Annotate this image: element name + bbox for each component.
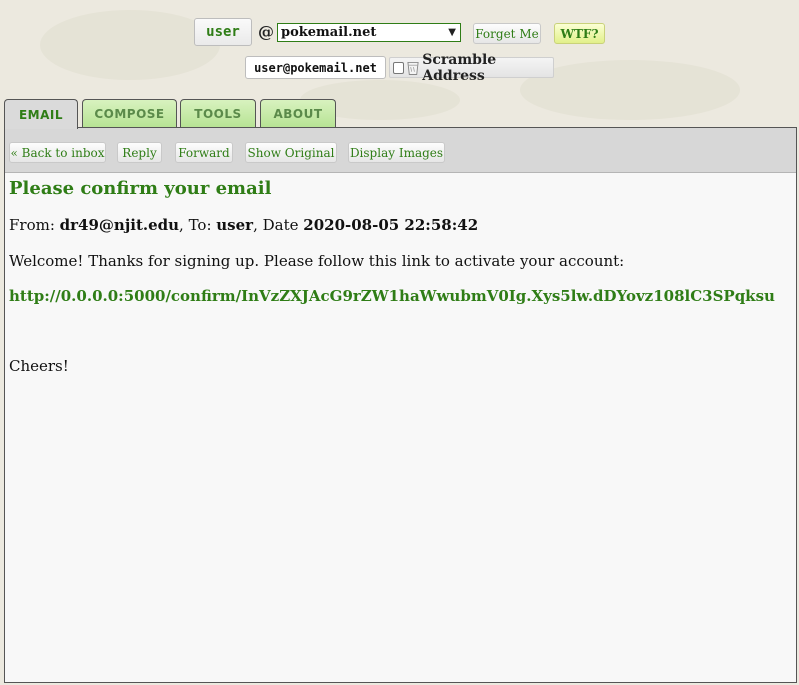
email-body-welcome: Welcome! Thanks for signing up. Please f… [9, 252, 625, 270]
address-bar: user @ pokemail.net ▼ Forget Me WTF? [0, 18, 799, 48]
email-panel: « Back to inbox Reply Forward Show Origi… [4, 127, 797, 683]
email-signoff: Cheers! [9, 357, 69, 375]
address-row: user@pokemail.net Scramble Address [0, 52, 799, 84]
display-images-button[interactable]: Display Images [348, 142, 445, 163]
tab-tools[interactable]: TOOLS [180, 99, 256, 128]
username-field[interactable]: user [194, 18, 252, 46]
email-date: 2020-08-05 22:58:42 [303, 216, 479, 234]
tab-about[interactable]: ABOUT [260, 99, 336, 128]
scramble-checkbox[interactable] [393, 61, 405, 74]
email-subject: Please confirm your email [9, 178, 272, 199]
at-symbol: @ [258, 22, 274, 41]
domain-select-value: pokemail.net [281, 25, 377, 40]
email-content: Please confirm your email From: dr49@nji… [9, 173, 796, 681]
domain-select[interactable]: pokemail.net ▼ [277, 23, 461, 42]
wtf-button[interactable]: WTF? [554, 23, 605, 44]
back-to-inbox-button[interactable]: « Back to inbox [9, 142, 106, 163]
reply-button[interactable]: Reply [117, 142, 162, 163]
email-meta: From: dr49@njit.edu, To: user, Date 2020… [9, 216, 478, 234]
scramble-label: Scramble Address [422, 51, 497, 84]
show-original-button[interactable]: Show Original [245, 142, 337, 163]
email-toolbar: « Back to inbox Reply Forward Show Origi… [5, 128, 796, 173]
to-label: , To: [179, 216, 217, 234]
scramble-address-control[interactable]: Scramble Address [389, 52, 554, 84]
chevron-down-icon: ▼ [448, 27, 456, 38]
email-from: dr49@njit.edu [59, 216, 180, 234]
paper-cup-icon [407, 61, 419, 75]
email-to: user [216, 216, 254, 234]
from-label: From: [9, 216, 60, 234]
tab-compose[interactable]: COMPOSE [82, 99, 177, 128]
date-label: , Date [253, 216, 304, 234]
forget-me-button[interactable]: Forget Me [473, 23, 541, 44]
tab-email[interactable]: EMAIL [4, 99, 78, 129]
forward-button[interactable]: Forward [175, 142, 233, 163]
confirmation-link[interactable]: http://0.0.0.0:5000/confirm/InVzZXJAcG9r… [9, 287, 775, 305]
full-address-field[interactable]: user@pokemail.net [245, 56, 386, 79]
